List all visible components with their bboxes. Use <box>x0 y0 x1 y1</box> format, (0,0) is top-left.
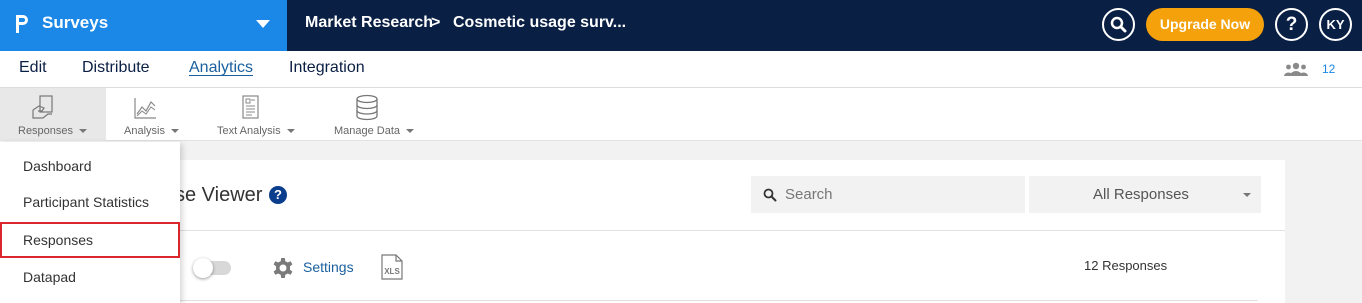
breadcrumb-current: Cosmetic usage surv... <box>453 14 627 31</box>
page-title: se Viewer <box>175 184 263 206</box>
help-icon[interactable]: ? <box>1275 8 1308 41</box>
database-icon <box>356 94 378 121</box>
toolbar-responses-label: Responses <box>18 125 74 137</box>
response-filter-select[interactable]: All Responses <box>1029 176 1261 213</box>
secondary-nav: Edit Distribute Analytics Integration <box>0 51 1362 88</box>
caret-down-icon <box>170 129 179 134</box>
menu-item-dashboard[interactable]: Dashboard <box>0 148 180 184</box>
toolbar-label: Text Analysis <box>217 125 295 137</box>
responses-dropdown-menu: Dashboard Participant Statistics Respons… <box>0 142 180 303</box>
menu-item-responses[interactable]: Responses <box>0 222 180 258</box>
help-icon[interactable]: ? <box>269 186 287 204</box>
collaborators-count[interactable]: 12 <box>1322 62 1335 76</box>
nav-edit[interactable]: Edit <box>19 59 47 77</box>
response-search[interactable] <box>751 176 1025 213</box>
breadcrumb-parent[interactable]: Market Research <box>305 14 433 32</box>
toolbar-label: Responses <box>18 125 88 137</box>
toolbar-manage-data-label: Manage Data <box>334 125 401 137</box>
text-doc-icon <box>242 95 259 119</box>
toolbar-manage-data[interactable]: Manage Data <box>320 88 424 141</box>
search-input[interactable] <box>785 176 1015 213</box>
toolbar-analysis-label: Analysis <box>124 125 165 137</box>
caret-down-icon <box>79 129 88 134</box>
response-count: 12 Responses <box>1084 258 1168 273</box>
hand-doc-icon <box>32 95 53 119</box>
analytics-toolbar: Responses Analysis Text Analysis Manage … <box>0 88 1362 141</box>
menu-item-datapad[interactable]: Datapad <box>0 259 180 295</box>
caret-down-icon <box>406 129 415 134</box>
toolbar-text-analysis[interactable]: Text Analysis <box>206 88 306 141</box>
divider <box>160 300 1258 301</box>
product-switcher[interactable]: Surveys <box>0 0 287 51</box>
divider <box>160 230 1285 231</box>
chart-icon <box>134 98 156 119</box>
search-icon <box>763 188 777 202</box>
search-icon <box>1110 16 1127 33</box>
product-name: Surveys <box>42 13 109 32</box>
global-search-button[interactable] <box>1102 8 1135 41</box>
xls-export-icon[interactable]: XLS <box>380 254 404 280</box>
nav-analytics[interactable]: Analytics <box>189 59 253 77</box>
nav-distribute[interactable]: Distribute <box>82 59 150 77</box>
avatar[interactable]: KY <box>1319 8 1352 41</box>
brand-logo-icon <box>16 15 28 33</box>
breadcrumb-separator: > <box>431 14 441 31</box>
nav-integration[interactable]: Integration <box>289 59 365 77</box>
gear-icon[interactable] <box>271 256 295 280</box>
settings-link[interactable]: Settings <box>303 259 354 275</box>
menu-item-participant-statistics[interactable]: Participant Statistics <box>0 184 180 220</box>
toolbar-label: Manage Data <box>334 125 415 137</box>
filter-selected-value: All Responses <box>1093 186 1189 203</box>
toggle-switch[interactable] <box>193 258 231 278</box>
toolbar-responses[interactable]: Responses <box>0 88 106 141</box>
upgrade-button[interactable]: Upgrade Now <box>1146 8 1264 41</box>
toggle-knob <box>193 258 213 278</box>
toolbar-text-analysis-label: Text Analysis <box>217 125 281 137</box>
toolbar-label: Analysis <box>124 125 179 137</box>
collaborators-icon[interactable] <box>1284 62 1308 76</box>
chevron-down-icon <box>256 20 270 28</box>
xls-label: XLS <box>384 267 400 276</box>
top-bar: Surveys Market Research > Cosmetic usage… <box>0 0 1362 51</box>
caret-down-icon <box>286 129 295 134</box>
toolbar-analysis[interactable]: Analysis <box>112 88 192 141</box>
caret-down-icon <box>1243 193 1251 197</box>
